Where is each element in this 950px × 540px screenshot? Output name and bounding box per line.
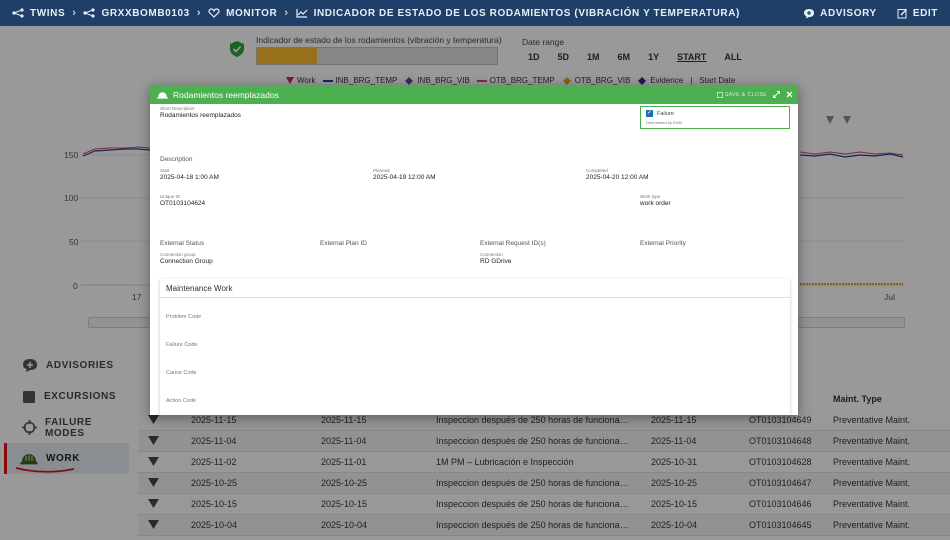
close-icon[interactable] <box>786 91 793 98</box>
breadcrumb-label: INDICADOR DE ESTADO DE LOS RODAMIENTOS (… <box>313 7 740 19</box>
failure-label: Failure <box>657 110 674 117</box>
external-priority-field[interactable]: External Priority <box>640 232 686 250</box>
edit-button[interactable]: EDIT <box>897 8 938 19</box>
top-bar: TWINS › GRXXBOMB0103 › MONITOR › INDICAD… <box>0 0 950 26</box>
field-label: Connection group <box>160 252 196 257</box>
external-request-id-field[interactable]: External Request ID(s) <box>480 232 546 250</box>
chevron-right-icon: › <box>72 7 77 19</box>
field-label: Short Description <box>160 106 195 111</box>
failure-checkbox-field[interactable]: ✓ Failure Determined by EAM <box>640 106 790 129</box>
planned-field[interactable]: Planned 2025-04-19 12:00 AM <box>373 168 436 181</box>
field-label: Planned <box>373 168 390 173</box>
field-label: Description <box>160 156 193 163</box>
save-icon <box>717 91 723 98</box>
work-type-field[interactable]: Work type work order <box>640 194 671 207</box>
modal-title: Rodamientos reemplazados <box>173 89 279 100</box>
cause-code-field[interactable]: Cause Code <box>166 370 197 376</box>
breadcrumb-twins[interactable]: TWINS <box>12 8 65 19</box>
connection-group-field[interactable]: Connection group Connection Group <box>160 252 213 265</box>
save-close-label: SAVE & CLOSE <box>724 91 767 98</box>
field-value: Rodamientos reemplazados <box>160 112 241 119</box>
start-field[interactable]: Start 2025-04-18 1:00 AM <box>160 168 219 181</box>
network-icon <box>12 8 24 18</box>
breadcrumb-monitor[interactable]: MONITOR <box>208 8 277 19</box>
field-label: Connection <box>480 252 503 257</box>
save-close-button[interactable]: SAVE & CLOSE <box>717 92 767 98</box>
plus-bubble-icon <box>804 8 815 18</box>
field-label: External Request ID(s) <box>480 240 546 247</box>
breadcrumb-label: GRXXBOMB0103 <box>101 7 190 19</box>
field-label: External Plan ID <box>320 240 367 247</box>
external-status-field[interactable]: External Status <box>160 232 204 250</box>
network-icon <box>83 8 96 18</box>
chevron-right-icon: › <box>284 7 289 19</box>
failure-code-field[interactable]: Failure Code <box>166 342 198 348</box>
field-label: Unique ID <box>160 194 181 199</box>
breadcrumb-label: TWINS <box>30 7 66 19</box>
hardhat-icon <box>157 91 168 99</box>
breadcrumb-label: MONITOR <box>226 7 278 19</box>
completed-field[interactable]: Completed 2025-04-20 12:00 AM <box>586 168 649 181</box>
field-label: Start <box>160 168 170 173</box>
maintenance-work-section: Maintenance Work Problem Code Failure Co… <box>160 279 790 415</box>
field-value: 2025-04-19 12:00 AM <box>373 174 436 181</box>
short-description-field[interactable]: Short Description Rodamientos reemplazad… <box>160 106 630 119</box>
field-value: Connection Group <box>160 258 213 265</box>
unique-id-field[interactable]: Unique ID OT0103104624 <box>160 194 205 207</box>
description-field[interactable]: Description <box>160 148 193 166</box>
work-detail-modal: Rodamientos reemplazados SAVE & CLOSE Sh… <box>150 85 798 415</box>
line-chart-icon <box>296 9 308 18</box>
field-value: 2025-04-18 1:00 AM <box>160 174 219 181</box>
modal-body: Short Description Rodamientos reemplazad… <box>150 104 798 415</box>
failure-sub-label: Determined by EAM <box>646 120 682 125</box>
field-label: External Status <box>160 240 205 247</box>
field-label: Work type <box>640 194 661 199</box>
field-value: OT0103104624 <box>160 200 206 207</box>
expand-icon[interactable] <box>773 91 780 98</box>
field-value: work order <box>640 200 671 207</box>
external-plan-id-field[interactable]: External Plan ID <box>320 232 367 250</box>
field-label: Completed <box>586 168 608 173</box>
action-code-field[interactable]: Action Code <box>166 398 196 404</box>
edit-label: EDIT <box>912 7 938 19</box>
field-value: RD GDrive <box>480 258 512 265</box>
heart-monitor-icon <box>208 8 220 18</box>
modal-header: Rodamientos reemplazados SAVE & CLOSE <box>150 85 798 104</box>
connection-field[interactable]: Connection RD GDrive <box>480 252 511 265</box>
breadcrumb-indicator: INDICADOR DE ESTADO DE LOS RODAMIENTOS (… <box>296 8 740 19</box>
problem-code-field[interactable]: Problem Code <box>166 314 201 320</box>
advisory-label: ADVISORY <box>820 7 877 19</box>
chevron-right-icon: › <box>196 7 202 19</box>
edit-icon <box>897 8 907 18</box>
advisory-button[interactable]: ADVISORY <box>803 8 877 19</box>
section-title: Maintenance Work <box>160 279 790 298</box>
breadcrumb-asset[interactable]: GRXXBOMB0103 <box>83 8 189 19</box>
field-value: 2025-04-20 12:00 AM <box>586 174 649 181</box>
checkbox-checked-icon[interactable]: ✓ <box>646 110 653 117</box>
field-label: External Priority <box>640 240 686 247</box>
